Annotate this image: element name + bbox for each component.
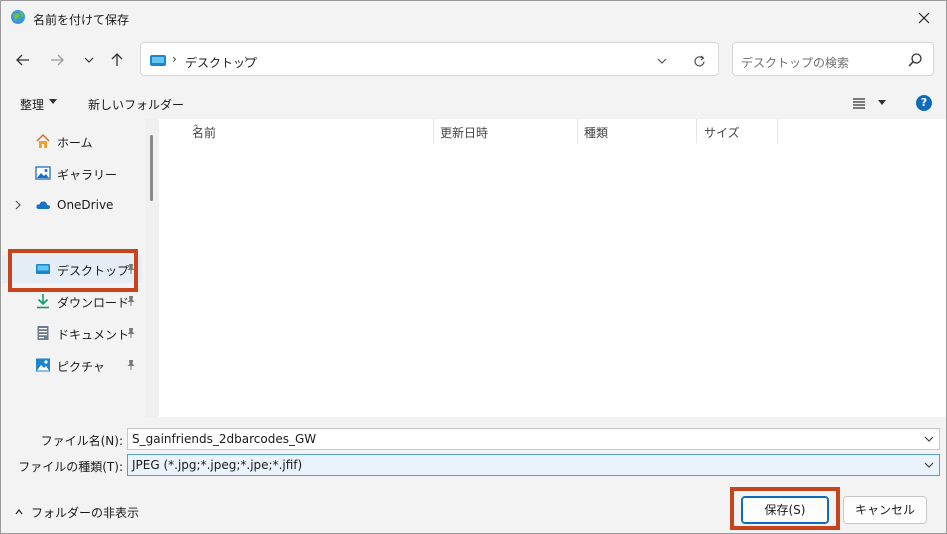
view-list-icon[interactable] [852, 97, 866, 109]
new-folder-button[interactable]: 新しいフォルダー [88, 96, 184, 113]
hide-folders-button[interactable]: フォルダーの非表示 [31, 504, 139, 521]
save-button[interactable]: 保存(S) [741, 496, 829, 524]
sidebar-item-onedrive[interactable]: OneDrive [2, 191, 142, 219]
search-box[interactable]: デスクトップの検索 [732, 42, 934, 76]
column-header-label: 更新日時 [440, 126, 489, 140]
download-icon [37, 294, 49, 309]
app-globe-icon [11, 10, 25, 24]
chevron-up-icon[interactable] [15, 508, 23, 516]
forward-button[interactable] [45, 48, 69, 72]
address-history-button[interactable] [653, 52, 671, 70]
home-icon [36, 133, 50, 148]
filename-field[interactable]: S_gainfriends_2dbarcodes_GW [127, 428, 940, 450]
sidebar-item-label: OneDrive [57, 198, 114, 212]
chevron-right-icon[interactable] [13, 199, 23, 211]
sort-ascending-icon: ⌃ [192, 124, 200, 134]
title-bar: 名前を付けて保存 [1, 1, 946, 35]
caret-down-icon[interactable] [878, 100, 886, 105]
sidebar-item-label: ピクチャ [57, 360, 105, 374]
cloud-icon [36, 201, 50, 209]
chevron-down-icon[interactable] [923, 434, 935, 444]
breadcrumb-separator[interactable]: › [172, 52, 177, 66]
window-title: 名前を付けて保存 [33, 13, 130, 27]
close-icon [918, 12, 930, 24]
column-header-modified[interactable]: 更新日時 [440, 119, 577, 143]
save-as-dialog: 名前を付けて保存 › デスクトップ › デスクトップの検索 整理 新しいフォルダ… [0, 0, 947, 534]
navigation-pane: ホーム ギャラリー OneDrive デスクトップ ダウンロード ドキュメント … [2, 119, 159, 417]
recent-locations-button[interactable] [77, 48, 101, 72]
file-list: 名前 ⌃ 更新日時 種類 サイズ [159, 119, 946, 417]
sidebar-item-label: ホーム [57, 136, 93, 150]
refresh-button[interactable] [690, 52, 708, 70]
close-button[interactable] [908, 5, 940, 31]
filetype-label: ファイルの種類(T): [18, 460, 123, 474]
filetype-select[interactable]: JPEG (*.jpg;*.jpeg;*.jpe;*.jfif) [127, 454, 940, 476]
sidebar-item-label: ドキュメント [57, 328, 130, 342]
command-bar: 整理 新しいフォルダー ? [1, 88, 946, 118]
pin-icon[interactable] [126, 263, 136, 275]
sidebar-item-label: デスクトップ [57, 264, 130, 278]
pin-icon[interactable] [126, 327, 136, 339]
filetype-value[interactable]: JPEG (*.jpg;*.jpeg;*.jpe;*.jfif) [132, 458, 302, 472]
picture-icon [36, 358, 50, 372]
up-button[interactable] [105, 48, 129, 72]
search-icon[interactable] [907, 52, 923, 68]
navigation-row: › デスクトップ › デスクトップの検索 [1, 39, 946, 81]
sidebar-item-documents[interactable]: ドキュメント [2, 319, 142, 347]
caret-down-icon[interactable] [49, 99, 57, 104]
refresh-icon [693, 55, 705, 66]
sidebar-item-label: ダウンロード [57, 296, 130, 310]
address-bar[interactable]: › デスクトップ › [140, 42, 719, 76]
sidebar-item-gallery[interactable]: ギャラリー [2, 159, 142, 187]
column-header-name[interactable]: 名前 ⌃ [192, 119, 433, 143]
filename-value[interactable]: S_gainfriends_2dbarcodes_GW [132, 432, 316, 446]
filename-label: ファイル名(N): [40, 434, 123, 448]
navigation-scrollbar[interactable] [145, 119, 159, 417]
chevron-down-icon [657, 58, 667, 64]
pin-icon[interactable] [126, 295, 136, 307]
document-icon [37, 326, 49, 340]
save-form: ファイル名(N): S_gainfriends_2dbarcodes_GW ファ… [1, 417, 946, 477]
sidebar-item-downloads[interactable]: ダウンロード [2, 287, 142, 315]
column-header-type[interactable]: 種類 [584, 119, 696, 143]
arrow-right-icon [51, 54, 64, 66]
column-header-label: サイズ [704, 126, 740, 140]
column-divider[interactable] [577, 119, 578, 143]
help-icon[interactable]: ? [916, 95, 932, 111]
scrollbar-thumb[interactable] [150, 135, 153, 201]
desktop-icon [36, 264, 50, 274]
pin-icon[interactable] [126, 359, 136, 371]
arrow-left-icon [16, 54, 29, 66]
cancel-button[interactable]: キャンセル [843, 496, 927, 524]
column-divider[interactable] [433, 119, 434, 143]
breadcrumb-separator[interactable]: › [244, 52, 249, 66]
sidebar-item-pictures[interactable]: ピクチャ [2, 351, 142, 379]
chevron-down-icon [84, 57, 94, 63]
back-button[interactable] [11, 48, 35, 72]
column-divider[interactable] [696, 119, 697, 143]
gallery-icon [35, 166, 51, 180]
column-header-label: 種類 [584, 126, 609, 140]
desktop-icon [150, 55, 166, 66]
column-header-size[interactable]: サイズ [704, 119, 777, 143]
sidebar-item-desktop[interactable]: デスクトップ [2, 255, 142, 283]
organize-button[interactable]: 整理 [20, 96, 44, 113]
sidebar-item-label: ギャラリー [57, 168, 118, 182]
arrow-up-icon [111, 53, 123, 66]
chevron-down-icon[interactable] [923, 460, 935, 470]
dialog-footer: フォルダーの非表示 保存(S) キャンセル [1, 479, 946, 534]
search-input[interactable]: デスクトップの検索 [741, 54, 849, 71]
sidebar-item-home[interactable]: ホーム [2, 127, 142, 155]
column-divider[interactable] [777, 119, 778, 143]
